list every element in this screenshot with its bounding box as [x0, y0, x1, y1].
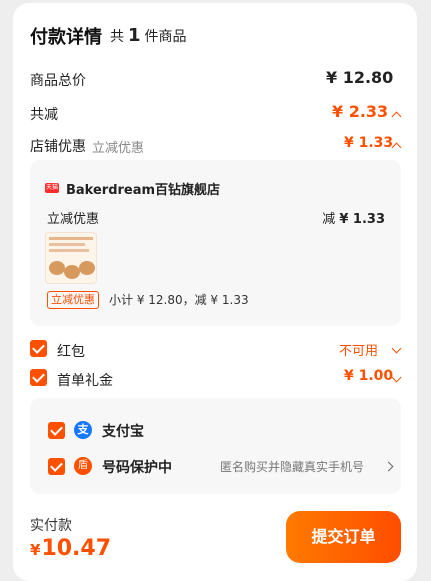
coupon-prefix: 减	[322, 212, 336, 227]
chevron-up-icon[interactable]	[391, 111, 402, 122]
total-label: 实付款	[30, 518, 72, 534]
total-amount: ¥ 10.47	[30, 536, 111, 561]
chevron-right-icon[interactable]	[383, 461, 394, 472]
store-discount-card: 天猫 Bakerdream百钻旗舰店 立减优惠 减 ¥ 1.33 立减优惠 小计…	[30, 160, 401, 326]
alipay-label[interactable]: 支付宝	[102, 421, 144, 441]
discount-tag: 立减优惠	[47, 291, 99, 309]
payment-method-card: 支 支付宝 盾 号码保护中 匿名购买并隐藏真实手机号	[30, 398, 401, 494]
store-name[interactable]: Bakerdream百钻旗舰店	[66, 179, 220, 198]
red-packet-value[interactable]: 不可用	[339, 340, 378, 359]
chevron-down-icon[interactable]	[391, 343, 402, 354]
shield-icon: 盾	[74, 457, 92, 475]
store-discount-sublabel: 立减优惠	[92, 141, 145, 156]
store-subtotal: 小计 ¥ 12.80，减 ¥ 1.33	[109, 293, 249, 307]
currency-symbol: ¥	[30, 541, 41, 559]
store-discount-label: 店铺优惠	[30, 139, 86, 155]
tmall-badge-icon: 天猫	[45, 183, 59, 193]
goods-total-amount: ¥ 12.80	[326, 68, 394, 87]
alipay-icon: 支	[74, 421, 92, 439]
discount-label: 共减	[30, 107, 58, 123]
discount-total-amount[interactable]: ¥ 2.33	[332, 102, 388, 121]
red-packet-checkbox[interactable]	[30, 340, 47, 357]
total-value: 10.47	[41, 536, 112, 561]
item-count-suffix: 件商品	[144, 29, 187, 45]
privacy-checkbox[interactable]	[48, 458, 65, 475]
first-order-gift-value[interactable]: ¥ 1.00	[344, 368, 393, 384]
privacy-label[interactable]: 号码保护中	[102, 457, 172, 477]
coupon-label: 立减优惠	[47, 212, 100, 227]
item-count-number: 1	[128, 25, 141, 46]
red-packet-label: 红包	[57, 344, 85, 360]
goods-total-label: 商品总价	[30, 73, 86, 89]
page-title: 付款详情	[30, 27, 102, 48]
product-thumbnail[interactable]	[45, 232, 97, 284]
alipay-checkbox[interactable]	[48, 422, 65, 439]
first-order-gift-checkbox[interactable]	[30, 369, 47, 386]
coupon-value: ¥ 1.33	[339, 212, 385, 227]
store-discount-amount[interactable]: ¥ 1.33	[344, 135, 393, 151]
item-count: 共 1 件商品	[110, 25, 187, 46]
first-order-gift-label: 首单礼金	[57, 373, 113, 389]
privacy-description[interactable]: 匿名购买并隐藏真实手机号	[220, 458, 364, 475]
coupon-amount: 减 ¥ 1.33	[322, 208, 385, 227]
item-count-prefix: 共	[110, 29, 124, 45]
payment-details-sheet: 付款详情 共 1 件商品 商品总价 ¥ 12.80 共减 ¥ 2.33 店铺优惠…	[13, 3, 417, 581]
submit-order-button[interactable]: 提交订单	[286, 511, 401, 563]
